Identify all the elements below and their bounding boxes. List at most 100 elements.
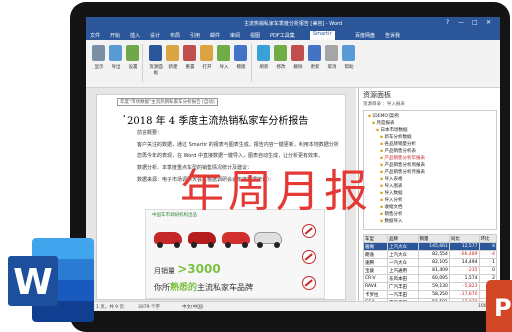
ribbon-button-label: 打开	[202, 65, 212, 70]
ribbon-button-icon[interactable]	[342, 45, 355, 61]
table-cell: -17,870	[448, 290, 480, 299]
ribbon-tab[interactable]: 视图	[250, 32, 260, 39]
ribbon-button-icon[interactable]	[257, 45, 270, 61]
table-header-cell: 车型	[363, 234, 388, 243]
tree-item[interactable]: 日本市场数据	[376, 127, 407, 133]
ribbon-tab[interactable]: 百度网盘	[355, 32, 375, 39]
status-words: 3079 个字	[138, 305, 160, 310]
tree-item[interactable]: [DEMO]案例	[368, 113, 398, 119]
wheel-icon	[257, 242, 263, 248]
table-cell: 上汽通用	[386, 266, 419, 275]
table-row[interactable]: 雅阁 上汽大众 145,661 12,577 8	[363, 242, 498, 251]
wheel-icon	[242, 242, 248, 248]
tree-item[interactable]: 月度报表	[372, 120, 394, 126]
ribbon-tab[interactable]: 插入	[130, 32, 140, 39]
powerpoint-logo-icon: P	[486, 280, 512, 332]
resource-panel-title: 资源面板	[363, 91, 391, 99]
table-cell: 宝骏	[363, 266, 388, 275]
ribbon-button-icon[interactable]	[325, 45, 338, 61]
tree-item[interactable]: 各品牌销量分析	[380, 141, 416, 147]
ribbon-tab[interactable]: Smartir	[310, 31, 335, 40]
overlay-caption: 年周月报	[180, 166, 372, 217]
ribbon-tab[interactable]: 审阅	[230, 32, 240, 39]
tree-item[interactable]: 导入图表	[380, 183, 402, 189]
ribbon-button-label: 导出	[111, 65, 121, 70]
status-bar: 第 1 页，共 9 页 3079 个字 中文(中国) 100%	[86, 301, 500, 311]
table-cell: 雅阁	[363, 242, 388, 251]
tree-item[interactable]: 产品销售分析年报表	[380, 155, 425, 161]
table-cell: -4	[478, 250, 498, 259]
ribbon-tab[interactable]: 布局	[170, 32, 180, 39]
table-cell: 一汽丰田	[386, 290, 419, 299]
ribbon-button-icon[interactable]	[274, 45, 287, 61]
table-row[interactable]: 速腾 一汽大众 82,105 14,494 1	[363, 258, 498, 267]
resource-panel: 资源面板 资源目录 ：导入报表 [DEMO]案例月度报表日本市场数据新车分析数据…	[358, 88, 500, 311]
data-table: 车型 品牌 销量 同比 环比 雅阁 上汽大众 145,661 12,577 8 朗逸 上汽大众 82,5…	[363, 234, 498, 311]
ribbon-tab[interactable]: 文件	[90, 32, 100, 39]
ribbon-tab[interactable]: 告诉我	[385, 32, 400, 39]
page-header: 年度"市场数据"主流热销私家车分析报告 [自动]	[117, 98, 218, 106]
ribbon-tab[interactable]: 开始	[110, 32, 120, 39]
paragraph-intro: 前言概要：	[137, 130, 163, 136]
ribbon-button-icon[interactable]	[166, 45, 179, 61]
ribbon-tab[interactable]: 邮件	[210, 32, 220, 39]
ribbon-button-icon[interactable]	[92, 45, 105, 61]
resource-panel-subtitle: 资源目录 ：导入报表	[363, 102, 405, 107]
table-cell: 81,409	[417, 266, 450, 275]
tree-item[interactable]: 导入分析	[380, 197, 402, 203]
close-button[interactable]: ✕	[486, 19, 491, 26]
table-row[interactable]: 卡罗拉一汽丰田58,250-17,870-2	[363, 290, 498, 299]
ad-tagline-post: 主流私家车品牌	[197, 283, 254, 292]
table-cell: CR-V	[363, 274, 388, 283]
ribbon-button-icon[interactable]	[109, 45, 122, 61]
tree-item[interactable]: 数据导入	[380, 218, 402, 224]
tree-item[interactable]: 导入数据	[380, 190, 402, 196]
ribbon-button-icon[interactable]	[126, 45, 139, 61]
ribbon-tab[interactable]: 设计	[150, 32, 160, 39]
ad-sales: 月销量 >3000	[154, 262, 221, 276]
minimize-button[interactable]: —	[458, 19, 464, 26]
tree-item[interactable]: 导入表格	[380, 176, 402, 182]
ribbon-button-icon[interactable]	[291, 45, 304, 61]
table-cell: 上汽大众	[386, 250, 419, 259]
ribbon-button-icon[interactable]	[217, 45, 230, 61]
ribbon-button-label: 导入	[219, 65, 229, 70]
ribbon-group-divider	[142, 44, 143, 82]
table-row[interactable]: CR-V 东风本田 60,095 1,574 2	[363, 274, 498, 283]
wheel-icon	[174, 242, 180, 248]
ribbon-tab[interactable]: 引用	[190, 32, 200, 39]
ribbon-button-label: 删除	[293, 65, 303, 70]
ribbon-button-label: 帮助	[344, 65, 354, 70]
maximize-button[interactable]: □	[472, 19, 478, 26]
table-cell: 59,130	[417, 282, 450, 291]
table-header-cell: 同比	[448, 234, 480, 243]
table-header-cell: 品牌	[386, 234, 419, 243]
tree-item[interactable]: 产品销售分析周报表	[380, 162, 425, 168]
ad-banner-image: 中国车市调研机构出品 月销量 >3000 你所熟悉的主流私家车品牌	[145, 209, 325, 299]
tree-item[interactable]: 产品销售分析月报表	[380, 169, 425, 175]
table-cell: 广汽丰田	[386, 282, 419, 291]
table-row[interactable]: 朗逸 上汽大众 82,554 -66,489 -4	[363, 250, 498, 259]
wheel-icon	[191, 242, 197, 248]
table-cell: 一汽大众	[386, 258, 419, 267]
table-cell: 145,661	[417, 242, 450, 251]
ribbon: 显示 导出 设置 资源面板 新建 重置 打开 导入 模版 刷新 修改 删除 更新 取消 帮助	[86, 40, 500, 88]
word-logo-icon: W	[0, 238, 100, 324]
table-cell: 速腾	[363, 258, 388, 267]
tree-item[interactable]: 新车分析数据	[380, 134, 411, 140]
tree-item[interactable]: 销售分析	[380, 211, 402, 217]
help-button[interactable]: ?	[446, 19, 449, 26]
table-header-cell: 销量	[417, 234, 450, 243]
ribbon-button-icon[interactable]	[183, 45, 196, 61]
tree-item[interactable]: 收缩文档	[380, 204, 402, 210]
table-row[interactable]: 宝骏 上汽通用 81,409 -235 0	[363, 266, 498, 275]
tree-item[interactable]: 产品销售分析表	[380, 148, 416, 154]
ribbon-button-icon[interactable]	[308, 45, 321, 61]
ribbon-button-label: 修改	[276, 65, 286, 70]
table-cell: 朗逸	[363, 250, 388, 259]
ribbon-button-icon[interactable]	[200, 45, 213, 61]
ribbon-button-icon[interactable]	[149, 45, 162, 61]
ribbon-tab[interactable]: PDF工具集	[270, 32, 295, 39]
ribbon-button-icon[interactable]	[234, 45, 247, 61]
table-row[interactable]: RAV4广汽丰田59,130-5,823-1	[363, 282, 498, 291]
